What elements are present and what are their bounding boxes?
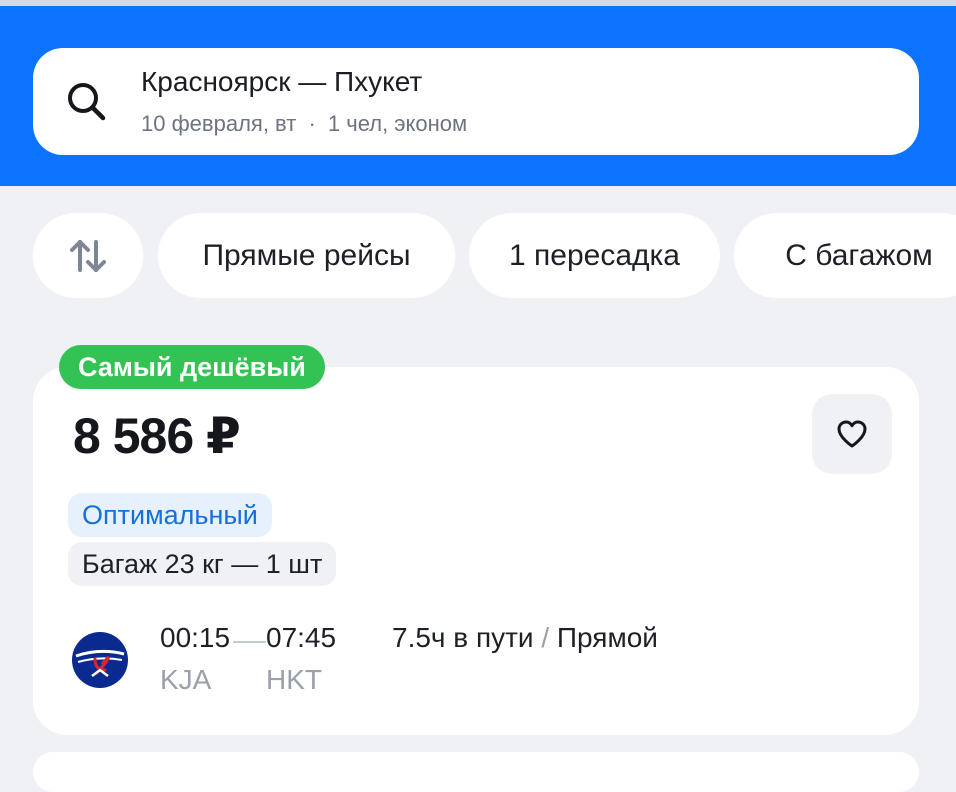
sort-arrows-icon: [70, 239, 106, 272]
filter-chip-one-stop[interactable]: 1 пересадка: [469, 213, 720, 298]
sort-button[interactable]: [33, 213, 143, 298]
search-header: Красноярск — Пхукет 10 февраля, вт · 1 ч…: [0, 6, 956, 186]
arrival-airport: HKT: [266, 664, 322, 695]
duration-text: 7.5ч в пути: [392, 622, 534, 653]
time-divider: [233, 641, 266, 643]
departure-time: 00:15: [160, 622, 231, 653]
filter-chip-baggage[interactable]: С багажом: [734, 213, 956, 298]
departure-airport: KJA: [160, 664, 212, 695]
cheapest-badge: Самый дешёвый: [59, 345, 325, 389]
heart-icon: [837, 420, 867, 448]
aeroflot-logo: [72, 632, 128, 688]
search-details: 10 февраля, вт · 1 чел, эконом: [141, 111, 467, 137]
baggage-tag: Багаж 23 кг — 1 шт: [68, 542, 337, 586]
arrival-time: 07:45: [266, 622, 337, 653]
next-offer-card[interactable]: [33, 752, 919, 792]
optimal-tag: Оптимальный: [68, 493, 272, 537]
offer-price: 8 586 ₽: [73, 408, 241, 464]
search-summary-bar[interactable]: Красноярск — Пхукет 10 февраля, вт · 1 ч…: [33, 48, 919, 155]
flight-type: Прямой: [556, 622, 658, 653]
favorite-button[interactable]: [812, 394, 892, 474]
details-separator: ·: [308, 111, 316, 136]
route-title: Красноярск — Пхукет: [141, 66, 423, 97]
duration-separator: /: [533, 622, 557, 653]
search-passengers: 1 чел, эконом: [327, 111, 468, 136]
search-icon: [68, 83, 106, 121]
flight-duration: 7.5ч в пути / Прямой: [392, 622, 658, 654]
search-date: 10 февраля, вт: [141, 111, 297, 136]
filter-chip-direct[interactable]: Прямые рейсы: [158, 213, 455, 298]
